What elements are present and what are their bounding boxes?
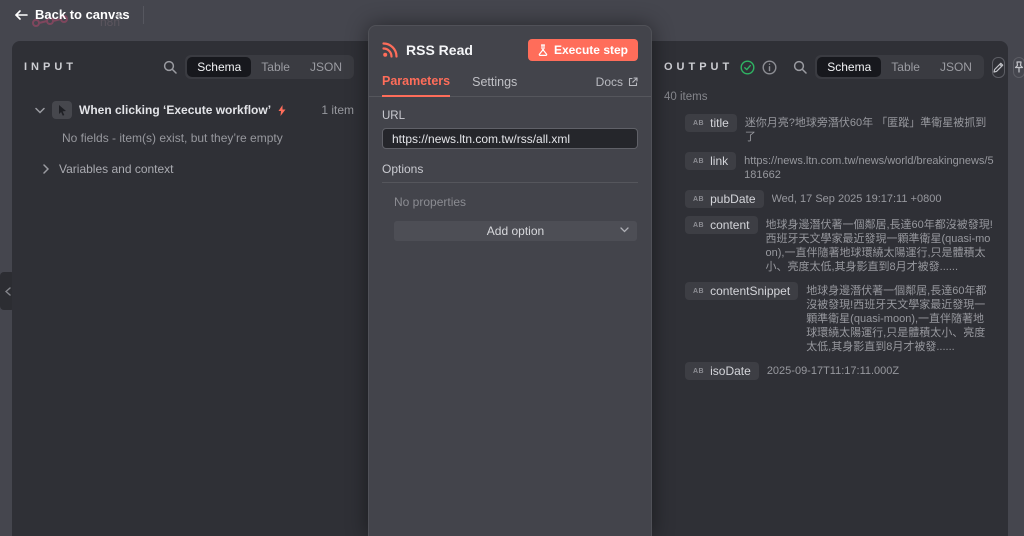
string-type-icon: AB [693,195,705,203]
docs-label: Docs [595,75,623,89]
field-pill-title[interactable]: AB title [685,114,737,132]
string-type-icon: AB [693,287,705,295]
field-value: Wed, 17 Sep 2025 19:17:11 +0800 [771,193,942,205]
output-schema-fields: AB title 迷你月亮?地球旁潛伏60年 「匿蹤」準衛星被抓到了 AB li… [685,114,994,380]
field-pill-isodate[interactable]: AB isoDate [685,362,759,380]
output-items-count: 40 items [664,91,708,103]
tab-json[interactable]: JSON [300,57,352,77]
options-section-label: Options [382,162,638,183]
chevron-down-icon[interactable] [35,107,45,114]
chevron-right-icon [43,164,49,174]
input-item-count: 1 item [321,103,354,117]
field-name: content [710,218,750,232]
output-panel-title: OUTPUT [664,61,734,73]
node-title: RSS Read [406,42,473,58]
flask-icon [538,44,548,56]
top-bar: n8n Back to canvas + [0,0,1024,29]
new-tab-button[interactable]: + [110,9,128,27]
url-input[interactable] [382,128,638,149]
pin-data-button[interactable] [1012,56,1024,78]
output-panel: OUTPUT Schema Table JSON 40 items AB tit… [652,41,1024,536]
search-icon[interactable] [793,60,807,74]
field-value: 地球身邊潛伏著一個鄰居,長達60年都沒被發現!西班牙天文學家最近發現一顆準衛星(… [806,285,987,353]
string-type-icon: AB [693,221,705,229]
field-value: https://news.ltn.com.tw/news/world/break… [744,155,994,181]
output-field-row: AB title 迷你月亮?地球旁潛伏60年 「匿蹤」準衛星被抓到了 [685,114,994,144]
execute-step-button[interactable]: Execute step [527,39,638,61]
field-value: 2025-09-17T11:17:11.000Z [766,365,900,377]
tab-schema[interactable]: Schema [817,57,882,77]
trigger-node-row[interactable]: When clicking ‘Execute workflow’ 1 item [35,101,354,119]
docs-link[interactable]: Docs [596,75,638,96]
options-empty-message: No properties [394,195,467,209]
field-name: link [710,154,729,168]
output-panel-header: OUTPUT Schema Table JSON [652,41,1024,79]
output-display-mode-tabs: Schema Table JSON [815,55,984,79]
tab-settings[interactable]: Settings [472,75,517,96]
output-field-row: AB pubDate Wed, 17 Sep 2025 19:17:11 +08… [685,190,994,208]
field-value: 地球身邊潛伏著一個鄰居,長達60年都沒被發現!西班牙天文學家最近發現一顆準衛星(… [765,219,993,273]
input-panel-header: INPUT Schema Table JSON [12,41,368,79]
external-link-icon [628,77,638,87]
node-header: RSS Read Execute step [369,26,651,61]
add-option-dropdown[interactable]: Add option [394,221,637,241]
variables-and-context-label: Variables and context [59,162,174,176]
tab-json[interactable]: JSON [930,57,982,77]
bolt-icon [278,104,286,116]
tab-schema[interactable]: Schema [187,57,252,77]
execute-step-label: Execute step [553,43,628,57]
node-details-panel: RSS Read Execute step Parameters Setting… [368,25,652,536]
output-field-row: AB contentSnippet 地球身邊潛伏著一個鄰居,長達60年都沒被發現… [685,282,994,354]
tab-table[interactable]: Table [251,57,300,77]
field-name: contentSnippet [710,284,791,298]
field-pill-contentsnippet[interactable]: AB contentSnippet [685,282,799,300]
search-icon[interactable] [163,60,178,74]
trigger-node-label: When clicking ‘Execute workflow’ [79,103,272,117]
field-name: pubDate [710,192,756,206]
output-field-row: AB isoDate 2025-09-17T11:17:11.000Z [685,362,994,380]
input-panel-title: INPUT [24,61,77,73]
field-pill-link[interactable]: AB link [685,152,737,170]
output-field-row: AB content 地球身邊潛伏著一個鄰居,長達60年都沒被發現!西班牙天文學… [685,216,994,274]
rss-icon [382,42,398,58]
string-type-icon: AB [693,119,705,127]
node-parameters: URL Options No properties Add option [369,97,651,241]
string-type-icon: AB [693,157,705,165]
success-check-icon [740,59,755,75]
field-value: 迷你月亮?地球旁潛伏60年 「匿蹤」準衛星被抓到了 [744,117,987,143]
input-panel: INPUT Schema Table JSON When clicking ‘E… [12,41,368,536]
output-field-row: AB link https://news.ltn.com.tw/news/wor… [685,152,994,182]
input-empty-message: No fields - item(s) exist, but they’re e… [62,131,283,145]
input-display-mode-tabs: Schema Table JSON [185,55,354,79]
field-name: title [710,116,729,130]
info-icon[interactable] [762,59,777,75]
back-arrow-icon [14,9,28,21]
tab-parameters[interactable]: Parameters [382,74,451,97]
field-name: isoDate [710,364,751,378]
string-type-icon: AB [693,367,705,375]
node-tabs: Parameters Settings Docs [369,73,651,97]
manual-trigger-node-icon [52,101,72,119]
add-option-label: Add option [486,224,545,238]
edit-output-button[interactable] [991,56,1005,78]
url-field-label: URL [382,110,406,122]
chevron-down-icon [620,227,629,233]
field-pill-content[interactable]: AB content [685,216,758,234]
field-pill-pubdate[interactable]: AB pubDate [685,190,764,208]
topbar-divider [143,6,144,24]
variables-and-context-row[interactable]: Variables and context [43,162,354,176]
tab-table[interactable]: Table [881,57,930,77]
